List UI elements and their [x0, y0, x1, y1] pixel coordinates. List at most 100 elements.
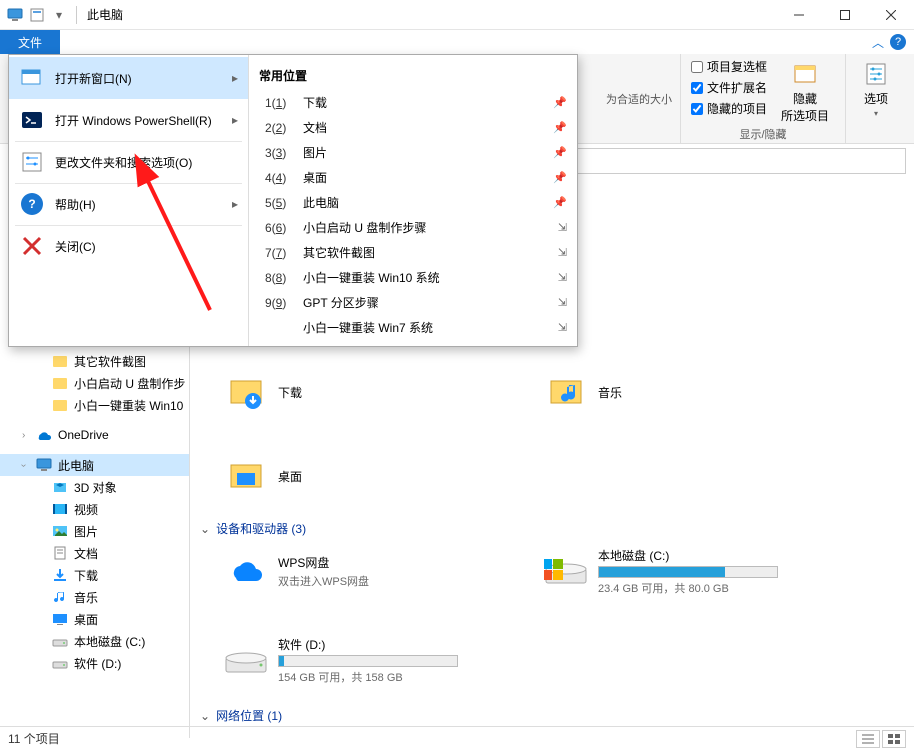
file-tab[interactable]: 文件: [0, 30, 60, 54]
nav-item[interactable]: 下载: [0, 564, 189, 586]
chevron-down-icon: ⌄: [200, 522, 210, 536]
pin-filled-icon[interactable]: 📌: [553, 96, 567, 109]
section-header-label: 网络位置 (1): [216, 707, 282, 724]
folder-icon: [52, 397, 68, 413]
recent-location-item[interactable]: 7(7)其它软件截图⇲: [249, 240, 577, 265]
quick-access-toolbar: ▾: [0, 6, 87, 24]
title-bar: ▾ 此电脑: [0, 0, 914, 30]
menu-item-label: 更改文件夹和搜索选项(O): [55, 154, 192, 171]
file-menu-item[interactable]: 更改文件夹和搜索选项(O): [9, 141, 248, 183]
tree-expand-icon[interactable]: ›: [18, 463, 29, 466]
nav-item-label: 桌面: [74, 611, 98, 628]
help-icon: ?: [19, 191, 45, 217]
nav-item[interactable]: 文档: [0, 542, 189, 564]
tree-collapse-icon[interactable]: ›: [22, 430, 25, 441]
qat-dropdown-icon[interactable]: ▾: [50, 6, 68, 24]
recent-index: 1(1): [265, 96, 293, 110]
pictures-icon: [52, 523, 68, 539]
file-menu-item[interactable]: 打开 Windows PowerShell(R)▸: [9, 99, 248, 141]
section-drives[interactable]: ⌄ 设备和驱动器 (3): [200, 520, 914, 537]
nav-item[interactable]: 3D 对象: [0, 476, 189, 498]
pin-filled-icon[interactable]: 📌: [553, 121, 567, 134]
recent-location-item[interactable]: 小白一键重装 Win7 系统⇲: [249, 315, 577, 340]
nav-item[interactable]: 小白一键重装 Win10: [0, 394, 189, 416]
ribbon-collapse[interactable]: ︿ ?: [864, 30, 914, 54]
file-menu-item[interactable]: 打开新窗口(N) ▸: [9, 57, 248, 99]
nav-item[interactable]: 视频: [0, 498, 189, 520]
options-button[interactable]: 选项 ▾: [856, 58, 896, 120]
chevron-right-icon: ▸: [232, 71, 238, 85]
nav-item-label: 视频: [74, 501, 98, 518]
recent-location-item[interactable]: 6(6)小白启动 U 盘制作步骤⇲: [249, 215, 577, 240]
video-icon: [52, 501, 68, 517]
pin-outline-icon[interactable]: ⇲: [558, 221, 567, 234]
pin-outline-icon[interactable]: ⇲: [558, 271, 567, 284]
recent-index: 7(7): [265, 246, 293, 260]
nav-this-pc[interactable]: › 此电脑: [0, 454, 189, 476]
hide-selected-button[interactable]: 隐藏 所选项目: [775, 58, 835, 126]
recent-location-item[interactable]: 9(9)GPT 分区步骤⇲: [249, 290, 577, 315]
view-details-button[interactable]: [856, 730, 880, 748]
folder-tile[interactable]: 桌面: [224, 454, 484, 498]
pin-filled-icon[interactable]: 📌: [553, 196, 567, 209]
file-menu-item[interactable]: 关闭(C): [9, 225, 248, 267]
drive-tile[interactable]: 本地磁盘 (C:)23.4 GB 可用，共 80.0 GB: [544, 547, 804, 596]
nav-onedrive[interactable]: › OneDrive: [0, 424, 189, 446]
tile-label: WPS网盘: [278, 554, 369, 571]
recent-location-item[interactable]: 8(8) 小白一键重装 Win10 系统 ⇲: [249, 265, 577, 290]
nav-item-label: 下载: [74, 567, 98, 584]
recent-label: 图片: [303, 144, 327, 161]
check-file-ext[interactable]: 文件扩展名: [691, 79, 767, 96]
recent-index: 8(8): [265, 271, 293, 285]
drive-icon: [52, 633, 68, 649]
recent-location-item[interactable]: 4(4)桌面📌: [249, 165, 577, 190]
nav-item-label: OneDrive: [58, 428, 109, 442]
help-icon[interactable]: ?: [890, 34, 906, 50]
pin-outline-icon[interactable]: ⇲: [558, 296, 567, 309]
pin-filled-icon[interactable]: 📌: [553, 171, 567, 184]
nav-item[interactable]: 图片: [0, 520, 189, 542]
drive-tile[interactable]: WPS网盘双击进入WPS网盘: [224, 547, 484, 596]
nav-item[interactable]: 小白启动 U 盘制作步: [0, 372, 189, 394]
tile-label: 本地磁盘 (C:): [598, 547, 778, 564]
tile-label: 软件 (D:): [278, 636, 458, 653]
qat-properties-icon[interactable]: [28, 6, 46, 24]
chevron-up-icon: ︿: [872, 34, 884, 51]
folder-tile[interactable]: 音乐: [544, 370, 804, 414]
drive-tile[interactable]: 软件 (D:)154 GB 可用，共 158 GB: [224, 636, 484, 685]
folder-tile[interactable]: 下载: [224, 370, 484, 414]
status-bar: 11 个项目: [0, 726, 914, 750]
ribbon-group-options: 选项 ▾: [845, 54, 906, 143]
check-hidden-items-label: 隐藏的项目: [707, 100, 767, 117]
pin-outline-icon[interactable]: ⇲: [558, 246, 567, 259]
recent-location-item[interactable]: 2(2)文档📌: [249, 115, 577, 140]
nav-item[interactable]: 本地磁盘 (C:): [0, 630, 189, 652]
section-network[interactable]: ⌄ 网络位置 (1): [200, 707, 914, 724]
recent-location-item[interactable]: 3(3)图片📌: [249, 140, 577, 165]
nav-item[interactable]: 其它软件截图: [0, 350, 189, 372]
check-item-checkboxes[interactable]: 项目复选框: [691, 58, 767, 75]
minimize-button[interactable]: [776, 0, 822, 30]
nav-item[interactable]: 软件 (D:): [0, 652, 189, 674]
nav-item[interactable]: 音乐: [0, 586, 189, 608]
pin-filled-icon[interactable]: 📌: [553, 146, 567, 159]
recent-label: 下载: [303, 94, 327, 111]
chevron-right-icon: ▸: [232, 197, 238, 211]
close-button[interactable]: [868, 0, 914, 30]
view-large-icons-button[interactable]: [882, 730, 906, 748]
maximize-button[interactable]: [822, 0, 868, 30]
recent-label: 小白一键重装 Win10 系统: [303, 269, 440, 286]
pin-outline-icon[interactable]: ⇲: [558, 321, 567, 334]
section-header-label: 设备和驱动器 (3): [216, 520, 306, 537]
nav-item-label: 图片: [74, 523, 98, 540]
check-hidden-items[interactable]: 隐藏的项目: [691, 100, 767, 117]
music-icon: [52, 589, 68, 605]
menu-item-label: 打开新窗口(N): [55, 70, 132, 87]
recent-location-item[interactable]: 5(5)此电脑📌: [249, 190, 577, 215]
chevron-down-icon: ⌄: [200, 709, 210, 723]
recent-label: 小白启动 U 盘制作步骤: [303, 219, 426, 236]
nav-item[interactable]: 桌面: [0, 608, 189, 630]
file-menu-item[interactable]: ?帮助(H)▸: [9, 183, 248, 225]
drive-icon: [52, 655, 68, 671]
recent-location-item[interactable]: 1(1) 下载 📌: [249, 90, 577, 115]
